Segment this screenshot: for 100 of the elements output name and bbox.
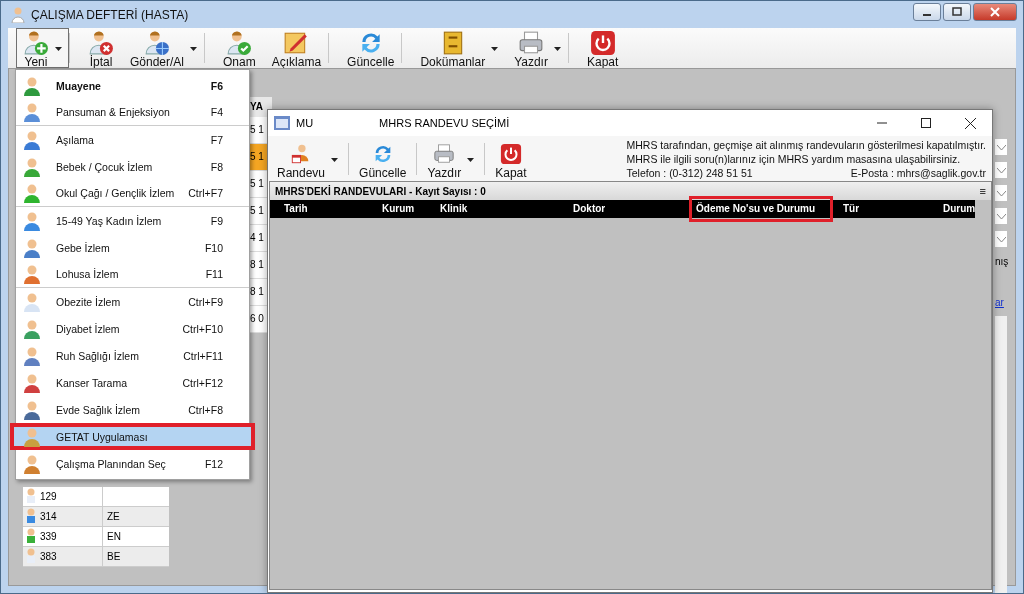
column-header[interactable]: Tarih: [270, 200, 368, 218]
toolbar-button[interactable]: İptal: [81, 28, 121, 68]
menu-item[interactable]: Çalışma Planından Seç F12: [16, 450, 249, 477]
table-row[interactable]: 339 EN: [23, 527, 169, 547]
toolbar-button[interactable]: Açıklama: [264, 28, 329, 68]
caret-icon: [553, 46, 561, 51]
maximize-button[interactable]: [943, 3, 971, 21]
keyboard-shortcut: F8: [210, 160, 223, 173]
power-icon: [589, 30, 616, 56]
column-header[interactable]: Tür: [829, 200, 929, 218]
close-icon: [990, 7, 1000, 17]
app-icon: [11, 6, 25, 23]
toolbar-button[interactable]: Onam: [216, 28, 263, 68]
keyboard-shortcut: F4: [210, 106, 223, 118]
table-cell-text: 129: [39, 491, 58, 502]
person-icon: [22, 264, 42, 284]
caret-icon: [467, 157, 475, 162]
person-icon: [22, 237, 42, 258]
scrollbar[interactable]: [995, 316, 1007, 593]
keyboard-shortcut: F9: [210, 214, 223, 227]
menu-item[interactable]: Pansuman & Enjeksiyon F4: [16, 99, 249, 126]
person-check-icon: [226, 30, 253, 56]
grid-app-icon: [274, 116, 290, 130]
keyboard-shortcut: Ctrl+F12: [182, 376, 223, 389]
table-cell: ZE: [102, 507, 169, 526]
keyboard-shortcut: F10: [204, 241, 223, 254]
caret-icon: [190, 46, 198, 51]
minimize-button[interactable]: [913, 3, 941, 21]
column-header[interactable]: Durum: [929, 200, 988, 218]
person-icon: [26, 527, 36, 546]
info-text: MHRS ile ilgili soru(n)larınız için MHRS yardım masasına ulaşabilirsiniz.: [626, 152, 962, 166]
menu-item[interactable]: GETAT Uygulaması: [10, 423, 255, 450]
person-remove-icon: [88, 30, 114, 56]
info-text: MHRS tarafından, geçmişe ait alınmış randevuların gösterilmesi kapatılmıştır.: [626, 138, 986, 152]
menu-item[interactable]: Evde Sağlık İzlem Ctrl+F8: [16, 396, 249, 423]
person-icon: [22, 345, 42, 366]
person-icon: [22, 156, 42, 177]
column-header[interactable]: Klinik: [426, 200, 559, 218]
menu-item[interactable]: Okul Çağı / Gençlik İzlem Ctrl+F7: [16, 180, 249, 207]
table-cell: BE: [102, 547, 169, 566]
column-header[interactable]: Doktor: [559, 200, 693, 218]
person-icon: [22, 453, 42, 474]
toolbar-button[interactable]: Güncelle: [340, 28, 402, 68]
menu-item[interactable]: Lohusa İzlem F11: [16, 261, 249, 288]
note-pencil-icon: [283, 30, 310, 56]
menu-item[interactable]: Muayene F6: [16, 72, 249, 99]
toolbar-button[interactable]: Gönder/Al: [123, 28, 205, 68]
table-cell: EN: [102, 527, 169, 546]
person-add-icon: [23, 30, 49, 56]
menu-item[interactable]: Ruh Sağlığı İzlem Ctrl+F11: [16, 342, 249, 369]
toolbar-button[interactable]: Yazdır: [507, 28, 568, 68]
toolbar-button[interactable]: Güncelle: [354, 137, 412, 180]
printer-icon: [518, 30, 545, 56]
toolbar-button[interactable]: Yeni: [16, 28, 69, 68]
caret-icon: [331, 157, 339, 162]
person-icon: [22, 291, 42, 312]
toolbar-button[interactable]: Yazdır: [422, 137, 480, 180]
toolbar-button[interactable]: Kapat: [579, 28, 626, 68]
toolbar-button[interactable]: Randevu: [272, 137, 344, 180]
link[interactable]: ar: [995, 297, 1004, 308]
person-icon: [22, 372, 42, 393]
table-row[interactable]: 129: [23, 487, 169, 507]
close-button[interactable]: [973, 3, 1017, 21]
menu-icon[interactable]: ≡: [979, 185, 986, 197]
dialog-title: MHRS RANDEVU SEÇİMİ: [379, 117, 510, 129]
keyboard-shortcut: F7: [210, 133, 223, 146]
person-icon: [22, 183, 42, 203]
close-icon: [964, 117, 976, 129]
grid-title: MHRS'DEKİ RANDEVULARI - Kayıt Sayısı : 0: [275, 185, 486, 197]
person-icon: [22, 318, 42, 339]
email-text: E-Posta : mhrs@saglik.gov.tr: [850, 166, 986, 180]
caret-icon: [491, 46, 499, 51]
menu-item[interactable]: Kanser Tarama Ctrl+F12: [16, 369, 249, 396]
table-cell-text: 314: [39, 511, 58, 522]
window-title: MU: [296, 117, 314, 129]
column-header[interactable]: Kurum: [368, 200, 426, 218]
person-icon: [22, 75, 42, 96]
maximize-icon: [921, 118, 931, 128]
person-icon: [26, 547, 36, 566]
keyboard-shortcut: F11: [205, 268, 223, 280]
caret-icon: [55, 46, 62, 51]
table-cell-text: 339: [39, 531, 58, 542]
keyboard-shortcut: F6: [210, 79, 223, 92]
person-icon: [22, 102, 42, 122]
person-icon: [22, 426, 42, 447]
field-label: nış: [995, 256, 1009, 267]
phone-text: Telefon : (0-312) 248 51 51: [626, 166, 753, 180]
toolbar-button[interactable]: Kapat: [490, 137, 532, 180]
person-icon: [26, 487, 36, 506]
person-icon: [22, 129, 42, 150]
printer-icon: [433, 142, 456, 165]
person-icon: [26, 507, 36, 526]
maximize-icon: [952, 7, 962, 17]
keyboard-shortcut: Ctrl+F8: [188, 403, 223, 416]
power-icon: [499, 142, 522, 165]
table-row[interactable]: 314 ZE: [23, 507, 169, 527]
table-row[interactable]: 383 BE: [23, 547, 169, 567]
table-cell-text: 383: [39, 551, 58, 562]
toolbar-button[interactable]: Dokümanlar: [413, 28, 506, 68]
keyboard-shortcut: Ctrl+F11: [183, 349, 223, 362]
